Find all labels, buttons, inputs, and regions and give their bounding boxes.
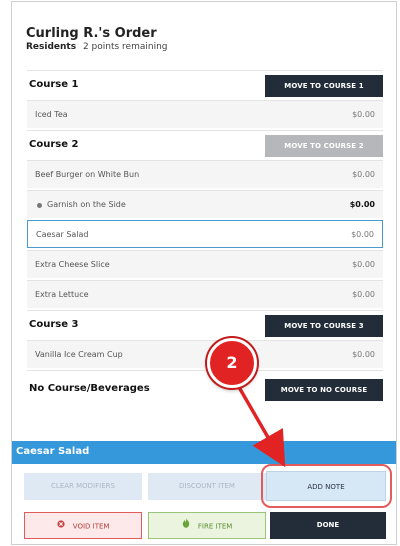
item-price: $0.00 — [352, 170, 375, 179]
course-title: Course 1 — [29, 79, 79, 90]
course-header-2: Course 2 MOVE TO COURSE 2 — [27, 130, 383, 160]
item-name: Iced Tea — [35, 110, 68, 119]
selected-item-bar: Caesar Salad — [12, 441, 396, 464]
move-to-no-course-button[interactable]: MOVE TO NO COURSE — [265, 379, 383, 401]
order-item-row[interactable]: Extra Lettuce $0.00 — [27, 280, 383, 308]
order-header: Curling R.'s Order Residents 2 points re… — [11, 0, 375, 60]
order-item-row[interactable]: Beef Burger on White Bun $0.00 — [27, 160, 383, 188]
course-title: No Course/Beverages — [29, 383, 150, 394]
order-item-row-selected[interactable]: Caesar Salad $0.00 — [27, 220, 383, 248]
course-title: Course 2 — [29, 139, 79, 150]
item-price: $0.00 — [352, 290, 375, 299]
fire-item-button[interactable]: FIRE ITEM — [148, 512, 266, 539]
item-name: Garnish on the Side — [47, 200, 126, 209]
item-name: Extra Cheese Slice — [35, 260, 110, 269]
selected-item-label: Caesar Salad — [16, 446, 90, 457]
course-header-3: Course 3 MOVE TO COURSE 3 — [27, 310, 383, 340]
move-to-course-1-button[interactable]: MOVE TO COURSE 1 — [265, 75, 383, 97]
item-actions: CLEAR MODIFIERS DISCOUNT ITEM ADD NOTE V… — [12, 464, 396, 544]
item-name: Beef Burger on White Bun — [35, 170, 140, 179]
discount-item-button[interactable]: DISCOUNT ITEM — [148, 473, 266, 500]
order-subtitle: Residents 2 points remaining — [26, 42, 168, 52]
course-header-no-course: No Course/Beverages MOVE TO NO COURSE — [27, 370, 383, 406]
fire-icon — [182, 513, 190, 540]
order-title: Curling R.'s Order — [26, 26, 157, 41]
residents-label: Residents — [26, 42, 77, 52]
add-note-button[interactable]: ADD NOTE — [266, 471, 386, 501]
item-price: $0.00 — [351, 230, 374, 239]
move-to-course-3-button[interactable]: MOVE TO COURSE 3 — [265, 315, 383, 337]
move-to-course-2-button[interactable]: MOVE TO COURSE 2 — [265, 135, 383, 157]
order-item-row[interactable]: Vanilla Ice Cream Cup $0.00 — [27, 340, 383, 368]
void-item-button[interactable]: VOID ITEM — [24, 512, 142, 539]
order-item-row[interactable]: Extra Cheese Slice $0.00 — [27, 250, 383, 278]
item-name: Extra Lettuce — [35, 290, 89, 299]
bullet-icon — [37, 203, 42, 208]
item-price: $0.00 — [349, 200, 375, 209]
order-item-row[interactable]: Iced Tea $0.00 — [27, 100, 383, 128]
void-item-label: VOID ITEM — [72, 522, 110, 531]
clear-modifiers-button[interactable]: CLEAR MODIFIERS — [24, 473, 142, 500]
item-name: Caesar Salad — [36, 230, 89, 239]
item-price: $0.00 — [352, 110, 375, 119]
item-name: Vanilla Ice Cream Cup — [35, 350, 123, 359]
item-price: $0.00 — [352, 260, 375, 269]
step-number-badge: 2 — [207, 338, 257, 388]
course-header-1: Course 1 MOVE TO COURSE 1 — [27, 70, 383, 100]
item-price: $0.00 — [352, 350, 375, 359]
void-x-icon — [56, 513, 65, 540]
fire-item-label: FIRE ITEM — [197, 522, 233, 531]
done-button[interactable]: DONE — [270, 512, 386, 539]
course-title: Course 3 — [29, 319, 79, 330]
order-item-modifier-row[interactable]: Garnish on the Side $0.00 — [27, 190, 383, 218]
points-remaining: 2 points remaining — [82, 42, 168, 52]
